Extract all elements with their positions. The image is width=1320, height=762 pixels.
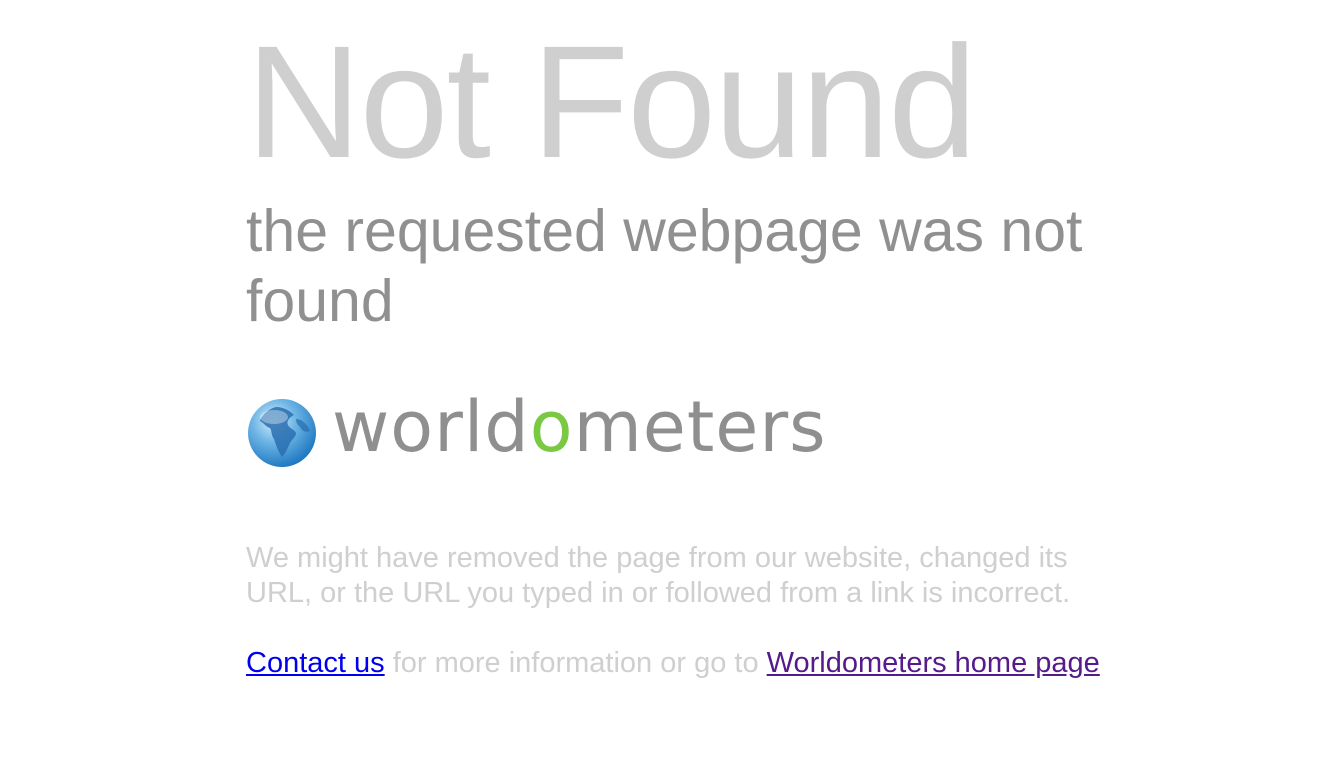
help-links: Contact us for more information or go to… <box>246 646 1126 681</box>
page-title: Not Found <box>246 12 977 191</box>
error-description: We might have removed the page from our … <box>246 542 1071 609</box>
links-middle-text: for more information or go to <box>384 647 767 679</box>
worldometers-logo: worldometers <box>246 392 856 470</box>
globe-icon <box>248 399 316 467</box>
logo-text-world: world <box>332 386 530 468</box>
home-page-link[interactable]: Worldometers home page <box>767 647 1100 679</box>
page-subtitle: the requested webpage was not found <box>246 198 1083 334</box>
contact-us-link[interactable]: Contact us <box>246 647 385 679</box>
page: Not Found the requested webpage was not … <box>0 0 1320 762</box>
logo-text-meters: meters <box>573 386 827 468</box>
logo-text-o: o <box>529 386 574 468</box>
logo-wordmark: worldometers <box>332 392 827 462</box>
